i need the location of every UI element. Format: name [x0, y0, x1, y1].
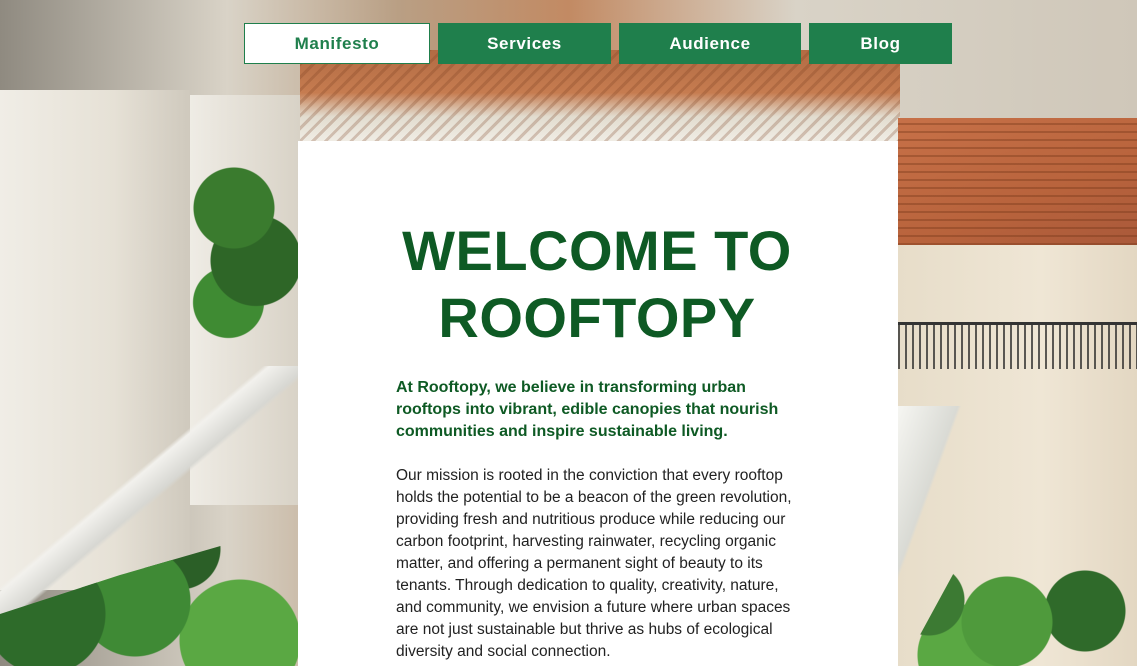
background-tree: [190, 145, 300, 355]
nav-item-blog[interactable]: Blog: [809, 23, 952, 64]
main-nav: Manifesto Services Audience Blog: [244, 23, 952, 64]
nav-item-label: Blog: [860, 33, 901, 53]
content-card-inner: WELCOME TO ROOFTOPY At Rooftopy, we beli…: [396, 217, 798, 663]
background-balcony: [898, 322, 1137, 369]
background-roofs: [300, 50, 900, 145]
lead-paragraph: At Rooftopy, we believe in transforming …: [396, 379, 779, 440]
nav-item-audience[interactable]: Audience: [619, 23, 801, 64]
nav-item-services[interactable]: Services: [438, 23, 611, 64]
content-card: WELCOME TO ROOFTOPY At Rooftopy, we beli…: [298, 141, 898, 666]
mission-paragraph: Our mission is rooted in the conviction …: [396, 467, 792, 660]
page-title-line-1: WELCOME TO: [402, 219, 792, 282]
nav-item-manifesto[interactable]: Manifesto: [244, 23, 430, 64]
nav-item-label: Manifesto: [294, 33, 380, 53]
background-roof-right: [898, 118, 1137, 253]
nav-item-label: Audience: [669, 33, 751, 53]
nav-item-label: Services: [487, 33, 562, 53]
page-title: WELCOME TO ROOFTOPY: [396, 217, 798, 351]
page-title-line-2: ROOFTOPY: [438, 286, 756, 349]
